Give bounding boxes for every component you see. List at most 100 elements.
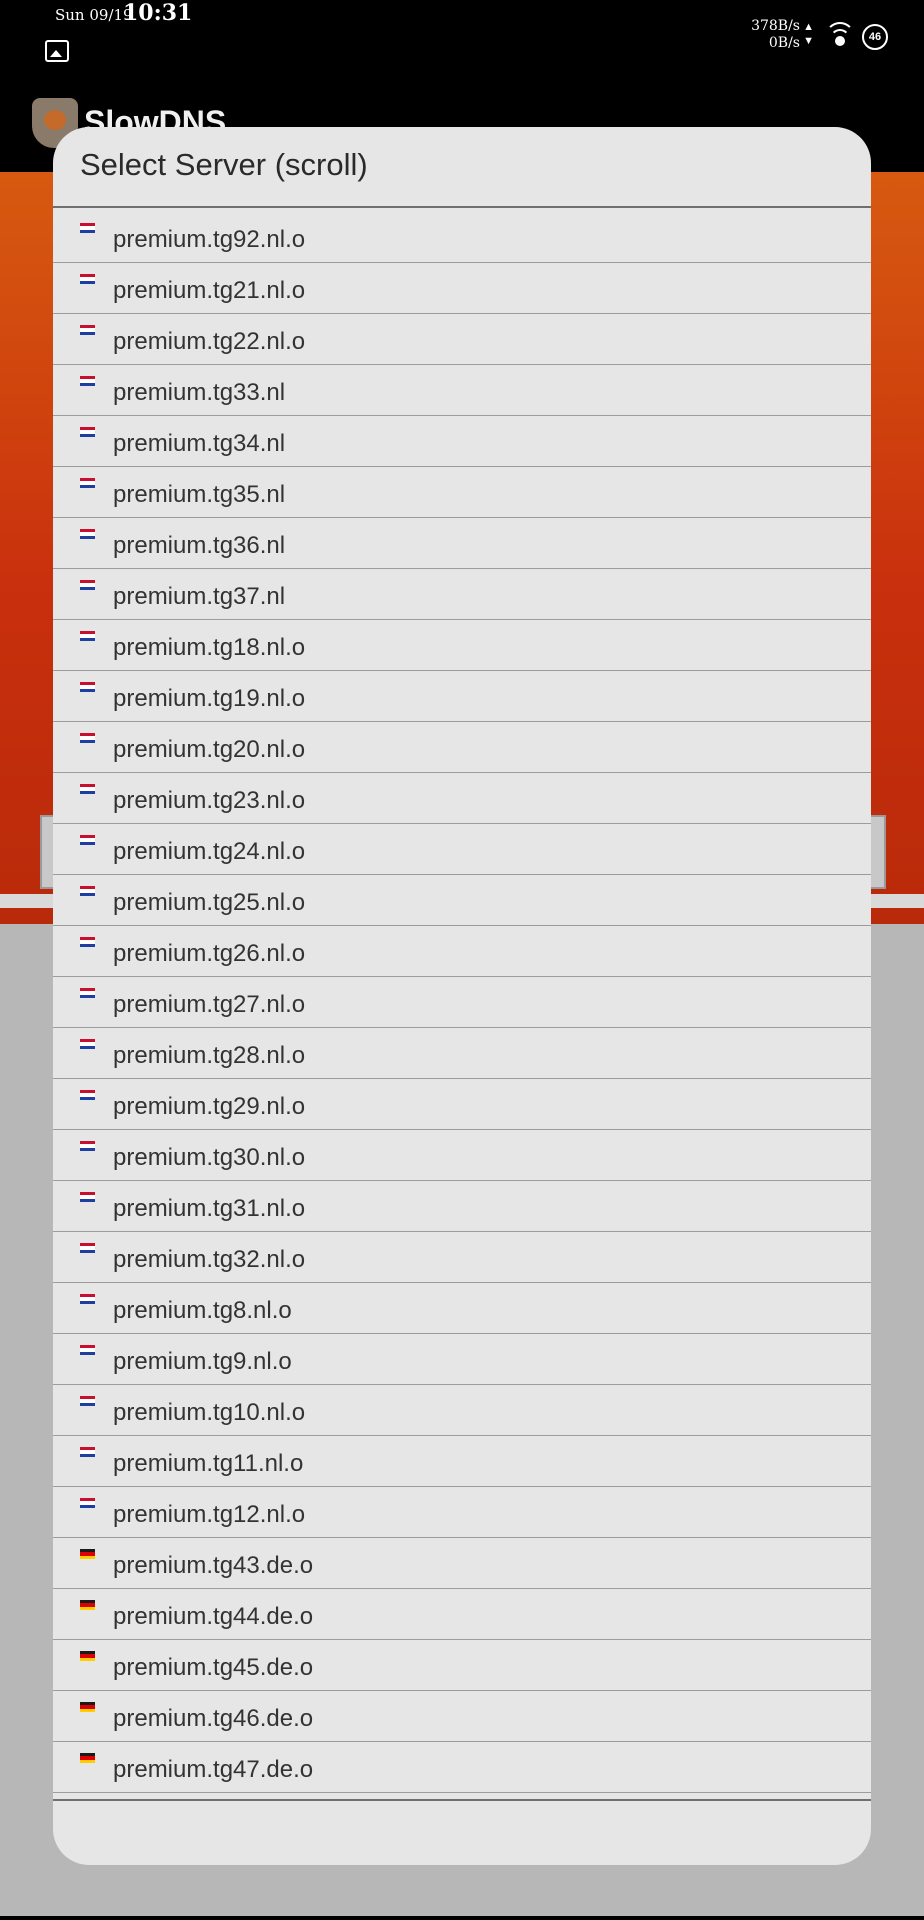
flag-nl-icon (80, 1447, 95, 1457)
server-label: premium.tg35.nl (113, 481, 286, 508)
flag-nl-icon (80, 937, 95, 947)
server-item[interactable]: premium.tg43.de.o (53, 1538, 871, 1589)
server-label: premium.tg19.nl.o (113, 685, 306, 712)
server-item[interactable]: premium.tg45.de.o (53, 1640, 871, 1691)
server-label: premium.tg29.nl.o (113, 1093, 306, 1120)
server-label: premium.tg9.nl.o (113, 1348, 292, 1375)
flag-de-icon (80, 1651, 95, 1661)
flag-nl-icon (80, 1396, 95, 1406)
server-label: premium.tg45.de.o (113, 1654, 314, 1681)
flag-nl-icon (80, 1498, 95, 1508)
server-item[interactable]: premium.tg12.nl.o (53, 1487, 871, 1538)
gallery-icon (45, 40, 69, 62)
dialog-title: Select Server (scroll) (80, 147, 368, 182)
server-item[interactable]: premium.tg46.de.o (53, 1691, 871, 1742)
server-item[interactable]: premium.tg23.nl.o (53, 773, 871, 824)
server-item[interactable]: premium.tg35.nl (53, 467, 871, 518)
server-label: premium.tg25.nl.o (113, 889, 306, 916)
flag-nl-icon (80, 325, 95, 335)
flag-nl-icon (80, 529, 95, 539)
server-label: premium.tg30.nl.o (113, 1144, 306, 1171)
server-item[interactable]: premium.tg33.nl (53, 365, 871, 416)
flag-de-icon (80, 1549, 95, 1559)
screen-bottom-edge (0, 1916, 924, 1920)
server-label: premium.tg26.nl.o (113, 940, 306, 967)
server-label: premium.tg11.nl.o (113, 1450, 304, 1477)
flag-de-icon (80, 1600, 95, 1610)
flag-nl-icon (80, 376, 95, 386)
server-item[interactable]: premium.tg28.nl.o (53, 1028, 871, 1079)
server-label: premium.tg34.nl (113, 430, 286, 457)
server-label: premium.tg12.nl.o (113, 1501, 306, 1528)
server-item[interactable]: premium.tg9.nl.o (53, 1334, 871, 1385)
server-label: premium.tg37.nl (113, 583, 286, 610)
server-item[interactable]: premium.tg47.de.o (53, 1742, 871, 1793)
server-label: premium.tg20.nl.o (113, 736, 306, 763)
server-item[interactable]: premium.tg29.nl.o (53, 1079, 871, 1130)
server-item[interactable]: premium.tg8.nl.o (53, 1283, 871, 1334)
flag-nl-icon (80, 1345, 95, 1355)
server-item[interactable]: premium.tg21.nl.o (53, 263, 871, 314)
server-item[interactable]: premium.tg32.nl.o (53, 1232, 871, 1283)
transfer-arrows-icon: ▲ ▼ (803, 21, 814, 47)
flag-nl-icon (80, 886, 95, 896)
speed-up: 378B/s (751, 18, 800, 34)
server-item[interactable]: premium.tg44.de.o (53, 1589, 871, 1640)
flag-de-icon (80, 1753, 95, 1763)
server-label: premium.tg31.nl.o (113, 1195, 306, 1222)
flag-nl-icon (80, 631, 95, 641)
server-label: premium.tg10.nl.o (113, 1399, 306, 1426)
server-item[interactable]: premium.tg31.nl.o (53, 1181, 871, 1232)
flag-de-icon (80, 1702, 95, 1712)
server-label: premium.tg92.nl.o (113, 226, 306, 253)
server-item[interactable]: premium.tg30.nl.o (53, 1130, 871, 1181)
flag-nl-icon (80, 988, 95, 998)
flag-nl-icon (80, 1039, 95, 1049)
flag-nl-icon (80, 1192, 95, 1202)
server-item[interactable]: premium.tg27.nl.o (53, 977, 871, 1028)
flag-nl-icon (80, 274, 95, 284)
server-item[interactable]: premium.tg25.nl.o (53, 875, 871, 926)
server-item[interactable]: premium.tg19.nl.o (53, 671, 871, 722)
status-time: 10:31 (123, 0, 193, 26)
server-item[interactable]: premium.tg10.nl.o (53, 1385, 871, 1436)
signal-icon: 46 (862, 24, 888, 50)
server-label: premium.tg33.nl (113, 379, 286, 406)
list-end-divider (53, 1799, 871, 1801)
server-item[interactable]: premium.tg92.nl.o (53, 212, 871, 263)
flag-nl-icon (80, 580, 95, 590)
server-label: premium.tg44.de.o (113, 1603, 314, 1630)
server-label: premium.tg43.de.o (113, 1552, 314, 1579)
flag-nl-icon (80, 1294, 95, 1304)
flag-nl-icon (80, 223, 95, 233)
server-item[interactable]: premium.tg24.nl.o (53, 824, 871, 875)
server-item[interactable]: premium.tg20.nl.o (53, 722, 871, 773)
flag-nl-icon (80, 478, 95, 488)
server-list[interactable]: premium.tg92.nl.o premium.tg21.nl.o premiu… (53, 212, 871, 1793)
server-item[interactable]: premium.tg34.nl (53, 416, 871, 467)
server-label: premium.tg36.nl (113, 532, 286, 559)
network-speed: 378B/s 0B/s (751, 18, 800, 52)
speed-down: 0B/s (768, 35, 800, 51)
server-label: premium.tg32.nl.o (113, 1246, 306, 1273)
server-item[interactable]: premium.tg18.nl.o (53, 620, 871, 671)
server-label: premium.tg18.nl.o (113, 634, 306, 661)
server-item[interactable]: premium.tg26.nl.o (53, 926, 871, 977)
wifi-icon (825, 22, 855, 46)
flag-nl-icon (80, 682, 95, 692)
flag-nl-icon (80, 733, 95, 743)
server-label: premium.tg21.nl.o (113, 277, 306, 304)
select-server-dialog: Select Server (scroll) premium.tg92.nl.o… (53, 127, 871, 1865)
flag-nl-icon (80, 427, 95, 437)
server-label: premium.tg28.nl.o (113, 1042, 306, 1069)
server-item[interactable]: premium.tg11.nl.o (53, 1436, 871, 1487)
title-divider (53, 206, 871, 208)
server-label: premium.tg24.nl.o (113, 838, 306, 865)
server-label: premium.tg46.de.o (113, 1705, 314, 1732)
server-item[interactable]: premium.tg37.nl (53, 569, 871, 620)
server-item[interactable]: premium.tg22.nl.o (53, 314, 871, 365)
server-label: premium.tg8.nl.o (113, 1297, 292, 1324)
server-label: premium.tg22.nl.o (113, 328, 306, 355)
flag-nl-icon (80, 835, 95, 845)
server-item[interactable]: premium.tg36.nl (53, 518, 871, 569)
